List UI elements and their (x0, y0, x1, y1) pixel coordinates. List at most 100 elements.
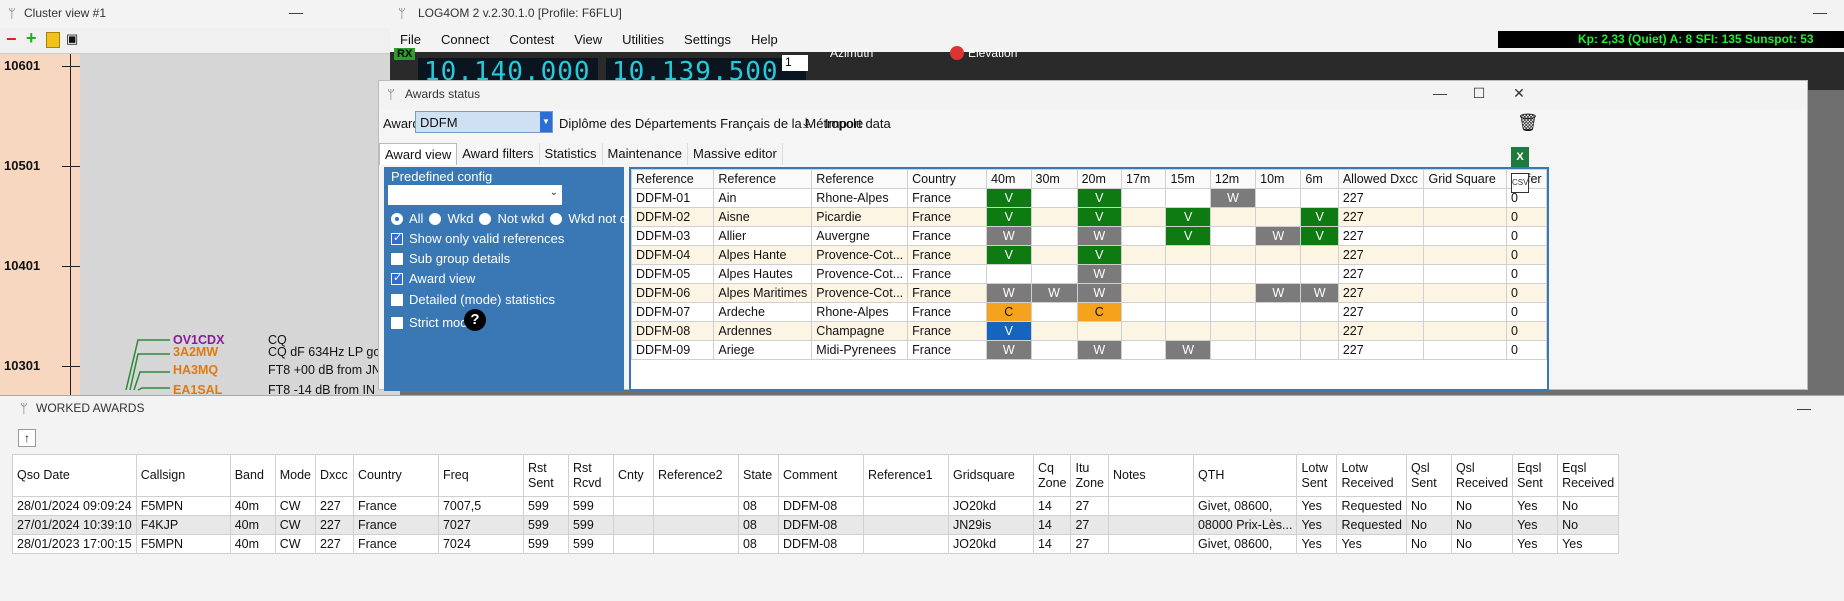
table-row[interactable]: DDFM-05 Alpes Hautes Provence-Cot... France… (631, 264, 1547, 284)
column-header[interactable]: Notes (1107, 454, 1194, 497)
column-header[interactable]: Callsign (135, 454, 231, 497)
band-status-cell[interactable] (1255, 188, 1302, 208)
band-status-cell[interactable] (1121, 264, 1167, 284)
band-status-cell[interactable] (1255, 264, 1302, 284)
column-header[interactable]: Itu Zone (1070, 454, 1109, 497)
band-status-cell[interactable]: W (1255, 283, 1302, 303)
column-header[interactable]: Comment (777, 454, 864, 497)
tab-award-view[interactable]: Award view (379, 143, 458, 165)
band-status-cell[interactable] (1121, 188, 1167, 208)
menu-utilities[interactable]: Utilities (612, 28, 674, 52)
band-status-cell[interactable]: W (1076, 264, 1123, 284)
band-status-cell[interactable] (1121, 283, 1167, 303)
checkbox-award-view[interactable] (391, 271, 403, 285)
vfo-step-input[interactable]: 1 (782, 55, 808, 71)
table-row[interactable]: 28/01/2023 17:00:15 F5MPN 40m CW 227 France 70… (12, 534, 1620, 554)
camera-icon[interactable]: ▣ (66, 31, 78, 47)
checkbox-detailed[interactable] (391, 293, 403, 306)
band-status-cell[interactable] (1209, 245, 1257, 265)
band-status-cell[interactable]: V (1300, 207, 1339, 227)
band-status-cell[interactable] (1165, 245, 1211, 265)
cloud-download-icon[interactable]: ⤓ (803, 114, 809, 131)
column-header[interactable]: Rst Rcvd (567, 454, 614, 497)
band-status-cell[interactable] (1300, 188, 1339, 208)
worked-titlebar[interactable]: ᛘ WORKED AWARDS — (0, 396, 1844, 424)
band-status-cell[interactable]: W (1209, 188, 1257, 208)
band-status-cell[interactable] (1030, 321, 1078, 341)
column-header[interactable]: 30m (1030, 169, 1078, 189)
band-status-cell[interactable] (1121, 207, 1167, 227)
column-header[interactable]: Cq Zone (1032, 454, 1072, 497)
column-header[interactable]: Reference1 (862, 454, 949, 497)
band-status-cell[interactable]: W (1030, 283, 1078, 303)
excel-export-icon[interactable]: X (1511, 147, 1529, 167)
trash-icon[interactable]: 🗑 (1517, 113, 1539, 133)
band-status-cell[interactable] (1255, 340, 1302, 360)
column-header[interactable]: Freq (437, 454, 524, 497)
minimize-icon[interactable]: — (276, 4, 316, 20)
band-status-cell[interactable] (1121, 226, 1167, 246)
band-status-cell[interactable]: W (986, 283, 1032, 303)
chevron-down-icon[interactable]: ▼ (540, 112, 552, 132)
band-status-cell[interactable] (1255, 321, 1302, 341)
column-header[interactable]: Dxcc (314, 454, 354, 497)
column-header[interactable]: Qso Date (12, 454, 137, 497)
add-icon[interactable]: + (26, 28, 37, 49)
band-status-cell[interactable] (1165, 321, 1211, 341)
band-status-cell[interactable] (1300, 245, 1339, 265)
column-header[interactable]: Lotw Received (1336, 454, 1407, 497)
column-header[interactable]: Gridsquare (947, 454, 1034, 497)
tab-maintenance[interactable]: Maintenance (603, 143, 688, 165)
band-status-cell[interactable] (1030, 188, 1078, 208)
band-status-cell[interactable]: W (1165, 340, 1211, 360)
import-data-button[interactable]: Import data (825, 116, 891, 131)
checkbox-subgroup[interactable] (391, 252, 403, 265)
band-status-cell[interactable] (1255, 207, 1302, 227)
menu-help[interactable]: Help (741, 28, 788, 52)
band-status-cell[interactable]: V (986, 188, 1032, 208)
band-status-cell[interactable]: W (1076, 283, 1123, 303)
radio-all[interactable] (391, 212, 403, 225)
radio-wkd[interactable] (429, 212, 442, 225)
band-status-cell[interactable]: W (986, 226, 1032, 246)
band-status-cell[interactable] (1121, 340, 1167, 360)
column-header[interactable]: State (737, 454, 779, 497)
column-header[interactable]: Mode (274, 454, 316, 497)
menu-view[interactable]: View (564, 28, 612, 52)
checkbox-valid-refs[interactable] (391, 231, 403, 245)
column-header[interactable]: QTH (1192, 454, 1298, 497)
table-row[interactable]: 28/01/2024 09:09:24 F5MPN 40m CW 227 France 70… (12, 496, 1620, 516)
radio-not-wkd[interactable] (479, 212, 492, 225)
lock-icon[interactable] (46, 32, 60, 48)
column-header[interactable]: Reference (713, 169, 813, 189)
menu-settings[interactable]: Settings (674, 28, 741, 52)
band-status-cell[interactable] (1030, 340, 1078, 360)
column-header[interactable]: Qsl Sent (1405, 454, 1452, 497)
band-status-cell[interactable] (1209, 321, 1257, 341)
band-status-cell[interactable] (1121, 321, 1167, 341)
menu-connect[interactable]: Connect (431, 28, 499, 52)
band-status-cell[interactable] (1030, 207, 1078, 227)
table-row[interactable]: DDFM-02 Aisne Picardie France V V V V 227 0 (631, 207, 1547, 227)
band-status-cell[interactable] (1300, 321, 1339, 341)
table-row[interactable]: DDFM-04 Alpes Hante Provence-Cot... France V… (631, 245, 1547, 265)
predefined-config-select[interactable]: ⌄ (388, 185, 562, 205)
column-header[interactable]: 20m (1076, 169, 1123, 189)
tab-statistics[interactable]: Statistics (540, 143, 603, 165)
stop-icon[interactable] (950, 46, 964, 60)
radio-wkd-not-cfmd[interactable] (550, 212, 563, 225)
band-status-cell[interactable] (1165, 188, 1211, 208)
band-status-cell[interactable] (1300, 302, 1339, 322)
spot-callsign[interactable]: HA3MQ (173, 363, 218, 377)
band-status-cell[interactable] (1030, 264, 1078, 284)
minimize-icon[interactable]: — (1420, 85, 1460, 101)
remove-icon[interactable]: − (6, 29, 17, 50)
column-header[interactable]: Qsl Received (1450, 454, 1514, 497)
band-status-cell[interactable]: V (986, 207, 1032, 227)
column-header[interactable]: Rst Sent (522, 454, 569, 497)
cluster-titlebar[interactable]: ᛘ Cluster view #1 — (0, 0, 400, 28)
band-status-cell[interactable] (1209, 207, 1257, 227)
spot-callsign[interactable]: 3A2MW (173, 345, 218, 359)
table-row[interactable]: DDFM-07 Ardeche Rhone-Alpes France C C 227 0 (631, 302, 1547, 322)
column-header[interactable]: Cnty (612, 454, 654, 497)
